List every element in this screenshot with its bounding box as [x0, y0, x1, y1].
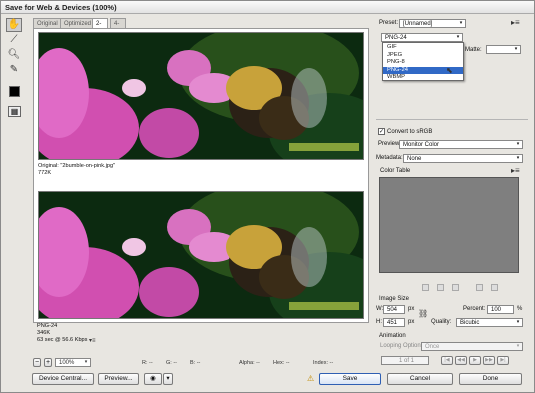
convert-srgb-checkbox[interactable]: ✓ — [378, 128, 385, 135]
new-color-icon[interactable] — [476, 284, 483, 291]
status-bar: − + 100% ▾ R: -- G: -- B: -- Alpha: -- He… — [33, 358, 368, 368]
frame-counter: 1 of 1 — [381, 356, 429, 365]
index-readout: Index: -- — [313, 360, 334, 366]
height-unit: px — [408, 319, 415, 325]
slice-select-icon[interactable]: ⟋ — [6, 33, 22, 47]
next-frame-button[interactable]: ▶▶ — [483, 356, 495, 365]
prev-frame-button[interactable]: ◀◀ — [455, 356, 467, 365]
height-field[interactable]: 451 — [383, 318, 405, 327]
cancel-button[interactable]: Cancel — [387, 373, 453, 385]
mouse-pointer-icon: ⬉ — [446, 66, 453, 75]
quality-label: Quality: — [431, 319, 452, 325]
eyedropper-icon[interactable]: ✎ — [6, 63, 22, 77]
constrain-proportions-icon[interactable]: ⛓ — [418, 310, 428, 318]
zoom-out-button[interactable]: − — [33, 358, 41, 367]
panel-divider — [376, 119, 528, 120]
hex-readout: Hex: -- — [273, 360, 290, 366]
quality-select[interactable]: Bicubic ▾ — [456, 318, 523, 327]
zoom-icon[interactable]: 🔍︎ — [6, 48, 22, 62]
browser-menu-button[interactable]: ▾ — [163, 373, 173, 385]
optimized-caption: PNG-24 346K 63 sec @ 56.6 Kbps — [37, 323, 337, 344]
percent-unit: % — [517, 306, 523, 312]
preview-label: Preview: — [378, 141, 402, 147]
first-frame-button[interactable]: |◀ — [441, 356, 453, 365]
device-central-button[interactable]: Device Central... — [32, 373, 94, 385]
toggle-slices-icon[interactable]: ▦ — [8, 106, 21, 117]
preset-select[interactable]: [Unnamed] ▾ — [399, 19, 466, 28]
color-table-label: Color Table — [380, 168, 411, 174]
optimize-menu-icon[interactable]: ▸≡ — [511, 19, 520, 27]
looping-options-label: Looping Options: — [380, 343, 426, 349]
tab-optimized[interactable]: Optimized — [60, 18, 96, 28]
original-size: 772K — [38, 170, 52, 176]
save-button[interactable]: Save — [319, 373, 381, 385]
file-format-select[interactable]: PNG-24 ▾ — [381, 33, 463, 42]
optimized-size: 346K — [37, 330, 51, 336]
convert-srgb-label: Convert to sRGB — [387, 129, 433, 135]
hand-icon[interactable]: ✋ — [6, 18, 22, 32]
tool-column: ✋ ⟋ 🔍︎ ✎ ▦ — [4, 18, 24, 118]
warning-icon: ⚠ — [307, 374, 315, 383]
blue-readout: B: -- — [190, 360, 201, 366]
format-option-jpeg[interactable]: JPEG — [383, 52, 463, 60]
bumblebee-photo-original — [39, 33, 363, 159]
looping-options-select[interactable]: Once ▾ — [421, 342, 523, 351]
percent-field[interactable]: 100 — [487, 305, 514, 314]
preview-button[interactable]: Preview... — [98, 373, 139, 385]
web-snap-icon[interactable] — [437, 284, 444, 291]
height-label: H: — [376, 319, 382, 325]
lock-color-icon[interactable] — [452, 284, 459, 291]
download-menu-icon[interactable]: ▾≡ — [89, 337, 96, 345]
play-button[interactable]: ▶ — [469, 356, 481, 365]
color-table — [379, 177, 519, 273]
preview-select[interactable]: Monitor Color ▾ — [399, 140, 523, 149]
map-color-icon[interactable] — [422, 284, 429, 291]
done-button[interactable]: Done — [459, 373, 522, 385]
matte-select[interactable]: ▾ — [486, 45, 521, 54]
tab-4up[interactable]: 4-Up — [110, 18, 126, 37]
percent-label: Percent: — [463, 306, 486, 312]
optimized-format: PNG-24 — [37, 323, 58, 329]
image-size-label: Image Size — [379, 296, 410, 302]
color-table-menu-icon[interactable]: ▸≡ — [511, 167, 520, 175]
metadata-label: Metadata: — [376, 155, 403, 161]
delete-color-icon[interactable] — [491, 284, 498, 291]
tab-original[interactable]: Original — [33, 18, 62, 28]
bumblebee-photo-optimized — [39, 192, 363, 318]
format-option-wbmp[interactable]: WBMP — [383, 74, 463, 82]
file-format-dropdown: GIF JPEG PNG-8 PNG-24 WBMP — [382, 42, 464, 81]
preset-label: Preset: — [379, 20, 399, 26]
original-caption: Original: "2bumble-on-pink.jpg" 772K — [38, 163, 338, 177]
eyedropper-color-icon[interactable] — [9, 86, 20, 97]
browser-icon[interactable]: ◉ — [144, 373, 162, 385]
red-readout: R: -- — [142, 360, 153, 366]
format-option-gif[interactable]: GIF — [383, 44, 463, 52]
zoom-level-select[interactable]: 100% ▾ — [55, 358, 91, 367]
width-unit: px — [408, 306, 415, 312]
original-filename: Original: "2bumble-on-pink.jpg" — [38, 163, 116, 169]
optimized-download-time: 63 sec @ 56.6 Kbps — [37, 337, 88, 343]
preview-stage: Original: "2bumble-on-pink.jpg" 772K — [33, 28, 369, 323]
width-field[interactable]: 504 — [383, 305, 405, 314]
animation-label: Animation — [379, 333, 406, 339]
zoom-in-button[interactable]: + — [44, 358, 52, 367]
save-for-web-dialog: Save for Web & Devices (100%) ✋ ⟋ 🔍︎ ✎ ▦… — [0, 0, 535, 393]
original-pane[interactable] — [38, 32, 364, 160]
metadata-select[interactable]: None ▾ — [403, 154, 523, 163]
green-readout: G: -- — [166, 360, 177, 366]
alpha-readout: Alpha: -- — [239, 360, 260, 366]
optimized-pane[interactable] — [38, 191, 364, 319]
last-frame-button[interactable]: ▶| — [497, 356, 509, 365]
window-title: Save for Web & Devices (100%) — [1, 1, 534, 14]
matte-label: Matte: — [465, 47, 482, 53]
